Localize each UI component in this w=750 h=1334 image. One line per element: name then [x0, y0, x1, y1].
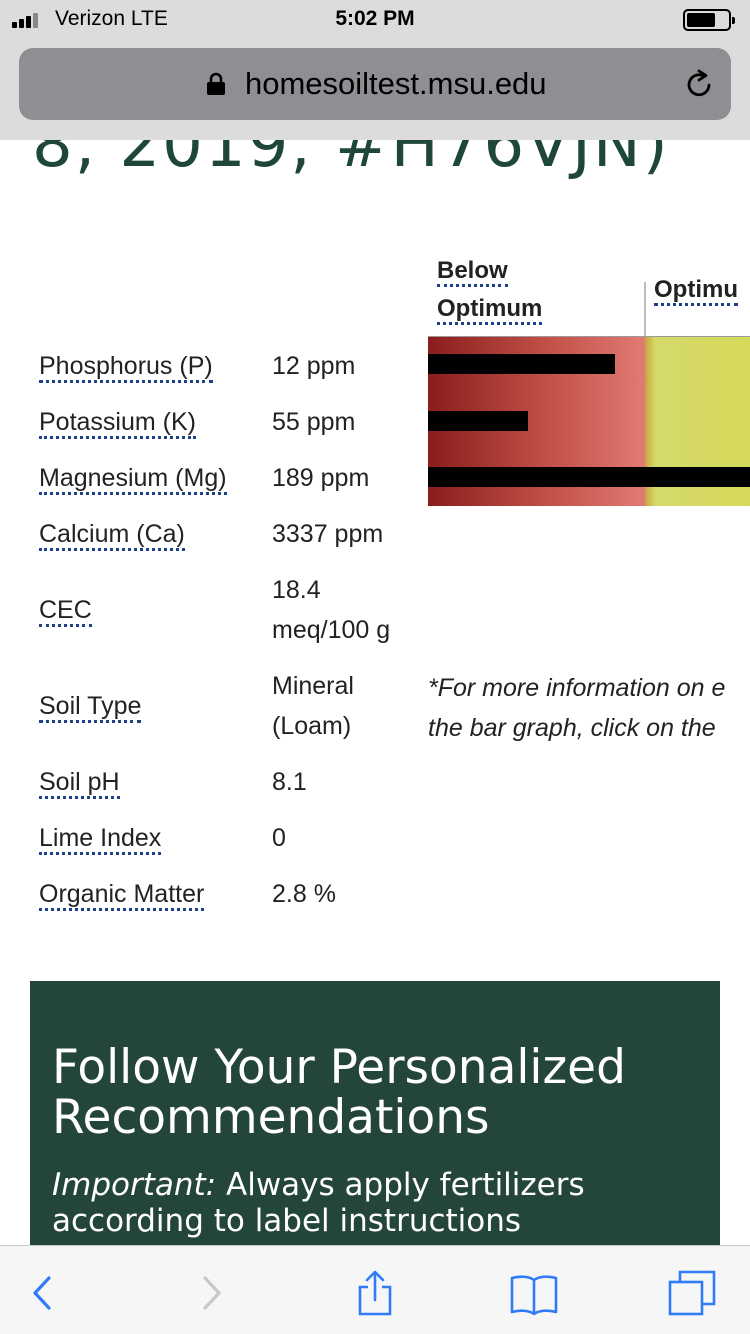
bar-potassium — [428, 411, 528, 431]
column-header-optimum[interactable]: Optimu — [654, 271, 738, 309]
browser-toolbar — [0, 1245, 750, 1334]
recommendations-note-line1: Always apply fertilizers — [216, 1167, 585, 1203]
column-header-below-optimum[interactable]: Below Optimum — [437, 252, 543, 328]
browser-chrome: Verizon LTE 5:02 PM homesoiltest.msu.edu — [0, 0, 750, 140]
recommendations-title: Follow Your Personalized Recommendations — [52, 1043, 692, 1143]
chart-help-note: *For more information on e the bar graph… — [428, 668, 750, 748]
recommendations-title-line2: Recommendations — [52, 1090, 490, 1145]
chart-help-note-line2: the bar graph, click on the — [428, 714, 716, 742]
share-icon[interactable] — [350, 1268, 400, 1318]
bar-phosphorus — [428, 354, 615, 374]
result-value-soil-type-line1: Mineral — [272, 672, 354, 700]
result-label-phosphorus[interactable]: Phosphorus (P) — [39, 352, 213, 383]
result-label-lime-index[interactable]: Lime Index — [39, 824, 162, 855]
back-chevron-icon[interactable] — [18, 1268, 68, 1318]
result-value-calcium: 3337 ppm — [272, 520, 384, 548]
result-value-cec-line1: 18.4 — [272, 576, 321, 604]
result-value-organic-matter: 2.8 % — [272, 880, 336, 908]
result-value-magnesium: 189 ppm — [272, 464, 370, 492]
status-time: 5:02 PM — [335, 7, 415, 30]
bookmarks-icon[interactable] — [509, 1268, 559, 1318]
result-value-phosphorus: 12 ppm — [272, 352, 356, 380]
header-divider — [644, 282, 646, 337]
bar-magnesium — [428, 467, 750, 487]
result-label-organic-matter[interactable]: Organic Matter — [39, 880, 205, 911]
url-text[interactable]: homesoiltest.msu.edu — [245, 66, 547, 102]
recommendations-note: Important: Always apply fertilizers acco… — [52, 1167, 692, 1239]
battery-icon — [683, 9, 735, 31]
status-bar: Verizon LTE 5:02 PM — [0, 0, 750, 40]
nutrient-bar-chart — [428, 337, 750, 506]
result-value-potassium: 55 ppm — [272, 408, 356, 436]
result-value-soil-ph: 8.1 — [272, 768, 307, 796]
below-header-line1: Below — [437, 257, 508, 287]
forward-chevron-icon[interactable] — [186, 1268, 236, 1318]
recommendations-title-line1: Follow Your Personalized — [52, 1040, 626, 1095]
address-bar[interactable]: homesoiltest.msu.edu — [19, 48, 731, 120]
result-label-cec[interactable]: CEC — [39, 596, 92, 627]
result-label-magnesium[interactable]: Magnesium (Mg) — [39, 464, 227, 495]
chart-help-note-line1: *For more information on e — [428, 674, 726, 702]
reload-icon[interactable] — [683, 68, 715, 100]
result-value-soil-type-line2: (Loam) — [272, 712, 352, 740]
recommendations-note-line2: according to label instructions — [52, 1203, 522, 1239]
result-label-calcium[interactable]: Calcium (Ca) — [39, 520, 185, 551]
lock-icon — [207, 72, 225, 95]
result-label-soil-type[interactable]: Soil Type — [39, 692, 142, 723]
result-value-cec-line2: meq/100 g — [272, 616, 391, 644]
result-label-soil-ph[interactable]: Soil pH — [39, 768, 120, 799]
optimum-header-label: Optimu — [654, 276, 738, 306]
below-header-line2: Optimum — [437, 295, 543, 325]
recommendations-panel: Follow Your Personalized Recommendations… — [30, 981, 720, 1251]
tabs-icon[interactable] — [668, 1268, 718, 1318]
result-value-lime-index: 0 — [272, 824, 286, 852]
result-label-potassium[interactable]: Potassium (K) — [39, 408, 196, 439]
recommendations-note-emphasis: Important: — [52, 1167, 217, 1203]
